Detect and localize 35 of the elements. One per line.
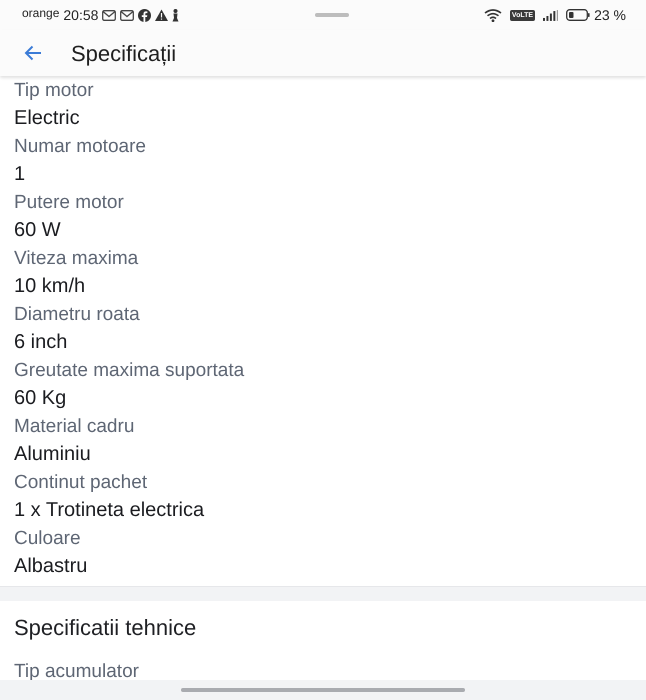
spec-value: 1 x Trotineta electrica (14, 498, 206, 523)
spec-value: 60 W (14, 218, 62, 243)
spec-label: Culoare (14, 527, 82, 551)
signal-icon (543, 10, 558, 20)
spec-label: Continut pachet (14, 471, 148, 495)
spec-value: 6 inch (14, 330, 68, 355)
spec-value: Albastru (14, 554, 88, 579)
spec-value: 1 (14, 162, 26, 187)
spec-label: Material cadru (14, 415, 136, 439)
carrier-name: orange (22, 5, 60, 22)
spec-value: Aluminiu (14, 442, 92, 467)
spec-label: Greutate maxima suportata (14, 359, 246, 383)
spec-value: 10 km/h (14, 274, 86, 299)
page-title: Specificații (71, 40, 176, 68)
mail-icon (120, 10, 134, 20)
battery-percent: 23 % (594, 6, 626, 24)
spec-label: Viteza maxima (14, 247, 140, 271)
battery-icon (566, 9, 590, 21)
spec-value: Electric (14, 106, 81, 131)
mail-icon (102, 10, 116, 20)
wifi-icon (484, 8, 502, 22)
facebook-icon (138, 8, 152, 22)
spec-label: Tip acumulator (14, 660, 140, 684)
spec-label: Putere motor (14, 191, 125, 215)
figure-icon (172, 8, 180, 22)
back-arrow-icon (24, 45, 42, 61)
warning-icon (155, 9, 168, 21)
spec-value: 60 Kg (14, 386, 68, 411)
spec-label: Numar motoare (14, 135, 147, 159)
drag-handle-icon (314, 13, 349, 17)
section-title: Specificatii tehnice (13, 614, 198, 642)
home-handle[interactable] (181, 688, 465, 692)
spec-label: Diametru roata (14, 303, 141, 327)
spec-label: Tip motor (14, 79, 95, 103)
status-time: 20:58 (63, 6, 98, 24)
